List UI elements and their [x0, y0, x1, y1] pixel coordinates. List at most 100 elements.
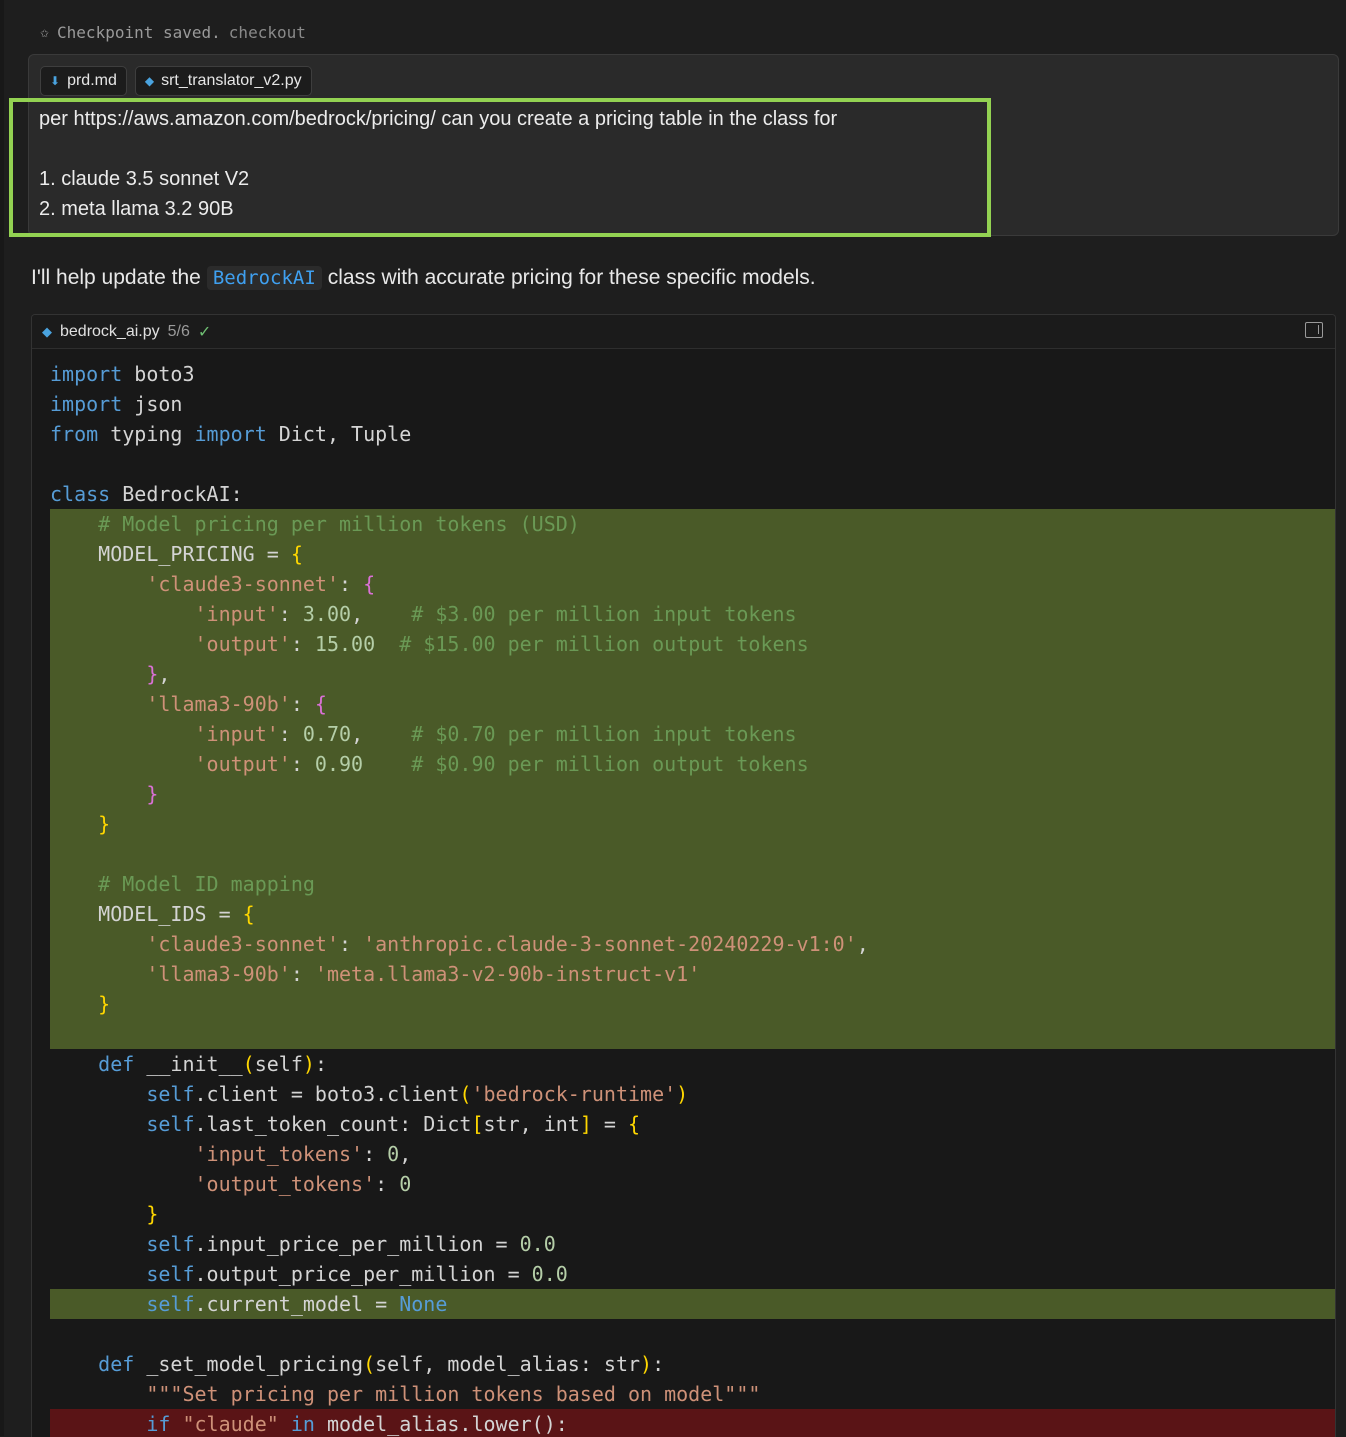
pin-icon: ✩ — [40, 23, 50, 41]
change-count: 5/6 — [167, 322, 190, 340]
code-token: 0.90 — [314, 752, 364, 776]
code-token: import — [194, 422, 267, 446]
code-token: self, model_alias: str — [375, 1352, 641, 1376]
code-token: { — [363, 572, 376, 596]
code-token: """Set pricing per million tokens based … — [146, 1382, 761, 1406]
code-token: import — [50, 392, 123, 416]
python-icon: ◆ — [42, 323, 52, 339]
code-token: ] — [579, 1112, 592, 1136]
code-line-added: 'claude3-sonnet': 'anthropic.claude-3-so… — [50, 929, 1335, 959]
code-token: # $0.70 per million input tokens — [411, 722, 797, 746]
code-token: } — [98, 812, 111, 836]
code-token: = — [591, 1112, 628, 1136]
code-token: , — [158, 662, 171, 686]
open-panel-icon[interactable] — [1305, 322, 1323, 338]
code-token: ) — [302, 1052, 315, 1076]
code-token: _set_model_pricing — [134, 1352, 364, 1376]
code-token: 'claude3-sonnet' — [146, 572, 339, 596]
code-token: } — [146, 1202, 159, 1226]
code-line: 'input_tokens': 0, — [32, 1139, 1335, 1169]
code-token: # $3.00 per million input tokens — [411, 602, 797, 626]
code-token: , — [351, 602, 412, 626]
code-line: self.last_token_count: Dict[str, int] = … — [32, 1109, 1335, 1139]
code-token: 0.0 — [519, 1232, 556, 1256]
code-line: 'output_tokens': 0 — [32, 1169, 1335, 1199]
code-token: { — [314, 692, 327, 716]
code-token: 0.70 — [302, 722, 352, 746]
code-token: { — [290, 542, 303, 566]
checkpoint-text: Checkpoint saved. — [57, 22, 221, 42]
code-token: self — [146, 1292, 195, 1316]
code-token: model_alias.lower(): — [314, 1412, 568, 1436]
code-token: None — [399, 1292, 448, 1316]
code-token: self — [146, 1262, 195, 1286]
checkout-link[interactable]: checkout — [229, 23, 306, 42]
code-token: ) — [676, 1082, 689, 1106]
code-line: class BedrockAI: — [32, 479, 1335, 509]
assistant-text-after: class with accurate pricing for these sp… — [327, 266, 816, 289]
code-token: [ — [471, 1112, 484, 1136]
code-token: } — [146, 782, 159, 806]
code-line: import json — [32, 389, 1335, 419]
code-line: from typing import Dict, Tuple — [32, 419, 1335, 449]
code-token: : — [375, 1172, 400, 1196]
code-token: MODEL_PRICING = — [50, 542, 291, 566]
code-token: 'output_tokens' — [194, 1172, 376, 1196]
attachment-chip-prd[interactable]: ⬇ prd.md — [40, 66, 127, 96]
code-line-added: } — [50, 809, 1335, 839]
code-token: 3.00 — [302, 602, 352, 626]
code-line-added: 'output': 0.90 # $0.90 per million outpu… — [50, 749, 1335, 779]
code-line-added: } — [50, 989, 1335, 1019]
code-line-added: self.current_model = None — [50, 1289, 1335, 1319]
code-token: 'output' — [194, 632, 291, 656]
code-token: str, int — [483, 1112, 580, 1136]
code-filename[interactable]: bedrock_ai.py — [60, 323, 160, 341]
code-token: 0.0 — [531, 1262, 568, 1286]
markdown-icon: ⬇ — [50, 74, 61, 88]
code-token: MODEL_IDS = — [50, 902, 243, 926]
code-token: 0 — [399, 1172, 412, 1196]
code-line-added — [50, 839, 1335, 869]
code-line-added — [50, 1019, 1335, 1049]
code-token: : — [314, 1052, 327, 1076]
code-token: # $0.90 per million output tokens — [411, 752, 809, 776]
code-token: 0 — [387, 1142, 400, 1166]
code-token: ( — [459, 1082, 472, 1106]
code-token: : — [290, 692, 315, 716]
check-icon: ✓ — [197, 323, 212, 341]
code-token: 'llama3-90b' — [146, 962, 291, 986]
code-line-added: 'llama3-90b': 'meta.llama3-v2-90b-instru… — [50, 959, 1335, 989]
code-line-added: 'input': 3.00, # $3.00 per million input… — [50, 599, 1335, 629]
code-header: ◆ bedrock_ai.py 5/6 ✓ — [32, 315, 1335, 349]
code-line-added: MODEL_IDS = { — [50, 899, 1335, 929]
code-token: # Model ID mapping — [98, 872, 315, 896]
code-line-added: } — [50, 779, 1335, 809]
code-token: : — [338, 932, 364, 956]
code-line-added: }, — [50, 659, 1335, 689]
code-token: def — [98, 1052, 135, 1076]
attachment-chip-translator[interactable]: ◆ srt_translator_v2.py — [134, 66, 312, 96]
code-token: { — [628, 1112, 641, 1136]
code-token: ) — [640, 1352, 653, 1376]
code-diff-panel: ◆ bedrock_ai.py 5/6 ✓ import boto3 import… — [31, 314, 1336, 1437]
code-token: 'anthropic.claude-3-sonnet-20240229-v1:0… — [363, 932, 857, 956]
code-token: 'llama3-90b' — [146, 692, 291, 716]
attachment-chips: ⬇ prd.md ◆ srt_translator_v2.py — [40, 66, 312, 96]
code-line-added: MODEL_PRICING = { — [50, 539, 1335, 569]
code-token: self — [146, 1232, 195, 1256]
code-token: boto3 — [122, 362, 195, 386]
